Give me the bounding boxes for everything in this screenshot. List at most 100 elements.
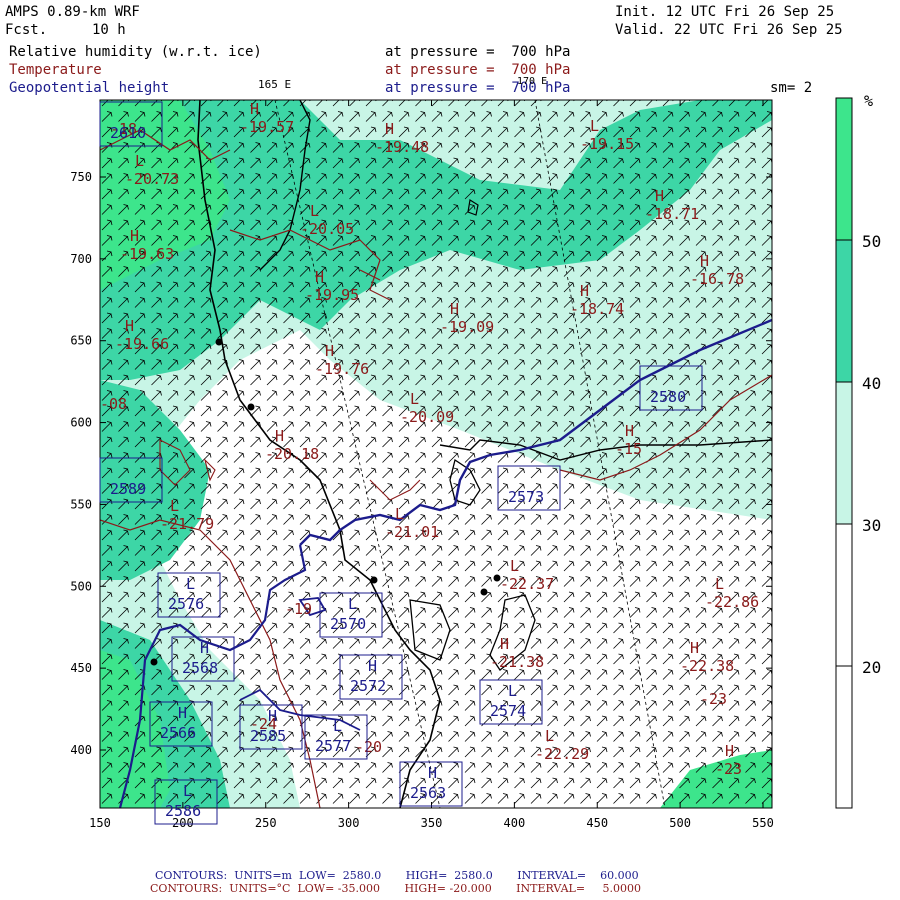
height-extremum-value: 2586 xyxy=(165,802,201,820)
temp-extremum-letter: L xyxy=(410,390,419,408)
temp-extremum-value: -20.18 xyxy=(265,445,319,463)
height-extremum-value: 2570 xyxy=(330,615,366,633)
temp-extremum-value: -19 xyxy=(285,600,312,618)
x-tick-label: 450 xyxy=(586,816,608,830)
x-tick-label: 550 xyxy=(752,816,774,830)
y-tick-label: 750 xyxy=(70,170,92,184)
height-extremum-letter: H xyxy=(368,657,377,675)
colorbar-segment-50plus xyxy=(836,98,852,240)
temp-extremum-letter: H xyxy=(315,268,324,286)
temp-extremum-value: -16.78 xyxy=(690,270,744,288)
temp-extremum-value: -19.57 xyxy=(240,118,294,136)
temp-extremum-letter: L xyxy=(170,497,179,515)
temp-extremum-letter: H xyxy=(625,422,634,440)
height-extremum-value: 2572 xyxy=(350,677,386,695)
y-tick-label: 700 xyxy=(70,252,92,266)
y-tick-label: 650 xyxy=(70,334,92,348)
temp-extremum-letter: H xyxy=(450,300,459,318)
temp-extremum-letter: H xyxy=(385,120,394,138)
temp-extremum-letter: L xyxy=(395,505,404,523)
height-extremum-letter: H xyxy=(200,639,209,657)
height-extremum-letter: L xyxy=(183,782,192,800)
height-extremum-letter: H xyxy=(178,704,187,722)
colorbar-segment-below-20 xyxy=(836,666,852,808)
y-tick-labels: 750 700 650 600 550 500 450 400 xyxy=(70,170,92,757)
colorbar-segment-30-40 xyxy=(836,382,852,524)
station-dot xyxy=(480,588,488,596)
temp-extremum-letter: L xyxy=(590,117,599,135)
temp-extremum-letter: H xyxy=(700,252,709,270)
temp-extremum-value: -19.95 xyxy=(305,286,359,304)
x-tick-label: 250 xyxy=(255,816,277,830)
temp-extremum-letter: L xyxy=(510,557,519,575)
station-dot xyxy=(150,658,158,666)
height-extremum-value: 2580 xyxy=(650,388,686,406)
temp-extremum-value: -19.15 xyxy=(580,135,634,153)
temp-extremum-value: -22.38 xyxy=(680,657,734,675)
temp-extremum-letter: H xyxy=(250,100,259,118)
temp-extremum-value: -08 xyxy=(100,395,127,413)
temp-extremum-value: -20.05 xyxy=(300,220,354,238)
temp-extremum-value: -19.76 xyxy=(315,360,369,378)
temp-extremum-value: -19.66 xyxy=(115,335,169,353)
colorbar-label-30: 30 xyxy=(862,516,881,535)
height-extremum-value: 2568 xyxy=(182,659,218,677)
colorbar: % 50 40 30 20 xyxy=(835,92,881,809)
temp-extremum-value: -20 xyxy=(355,738,382,756)
x-tick-label: 150 xyxy=(89,816,111,830)
temp-extremum-value: -18.71 xyxy=(645,205,699,223)
colorbar-segment-20-30 xyxy=(836,524,852,666)
y-tick-label: 550 xyxy=(70,497,92,511)
x-tick-label: 400 xyxy=(504,816,526,830)
temp-extremum-value: -21.79 xyxy=(160,515,214,533)
colorbar-label-40: 40 xyxy=(862,374,881,393)
colorbar-label-50: 50 xyxy=(862,232,881,251)
temp-extremum-letter: H xyxy=(325,342,334,360)
temp-extremum-letter: H xyxy=(690,639,699,657)
y-tick-label: 500 xyxy=(70,579,92,593)
temp-extremum-letter: H xyxy=(725,742,734,760)
colorbar-segment-40-50 xyxy=(836,240,852,382)
footer-temp-contours: CONTOURS: UNITS=°C LOW= -35.000 HIGH= -2… xyxy=(150,882,642,895)
height-extremum-value: 2577 xyxy=(315,737,351,755)
height-extremum-letter: H xyxy=(268,707,277,725)
height-extremum-letter: L xyxy=(186,575,195,593)
y-tick-label: 600 xyxy=(70,416,92,430)
height-extremum-letter: L xyxy=(348,595,357,613)
temp-extremum-value: -22.86 xyxy=(705,593,759,611)
height-extremum-letter: H xyxy=(428,764,437,782)
temp-extremum-value: -18.74 xyxy=(570,300,624,318)
height-extremum-letter: L xyxy=(333,717,342,735)
temp-extremum-value: -15 xyxy=(615,440,642,458)
y-tick-label: 400 xyxy=(70,743,92,757)
temp-extremum-letter: H xyxy=(655,187,664,205)
temp-extremum-value: -19.09 xyxy=(440,318,494,336)
temp-extremum-letter: L xyxy=(310,202,319,220)
temp-extremum-letter: H xyxy=(580,282,589,300)
temp-extremum-value: -21.01 xyxy=(385,523,439,541)
height-extremum-value: 2574 xyxy=(490,702,526,720)
station-dot xyxy=(215,338,223,346)
temp-extremum-letter: L xyxy=(545,727,554,745)
height-extremum-value: 2566 xyxy=(160,724,196,742)
height-extremum-value: 2576 xyxy=(168,595,204,613)
temp-extremum-value: -20.09 xyxy=(400,408,454,426)
x-tick-label: 300 xyxy=(338,816,360,830)
temp-extremum-value: -22.37 xyxy=(500,575,554,593)
height-extremum-value: 2610 xyxy=(110,124,146,142)
colorbar-unit: % xyxy=(864,92,873,110)
temp-extremum-letter: L xyxy=(135,152,144,170)
height-extremum-value: 2573 xyxy=(508,488,544,506)
map-plot: 150 200 250 300 350 400 450 500 550 750700650600… xyxy=(70,92,881,830)
temp-extremum-letter: H xyxy=(130,227,139,245)
temp-extremum-value: -22.29 xyxy=(535,745,589,763)
temp-extremum-value: -23 xyxy=(700,690,727,708)
station-dot xyxy=(247,403,255,411)
colorbar-label-20: 20 xyxy=(862,658,881,677)
temp-extremum-letter: H xyxy=(500,635,509,653)
height-extremum-value: 2563 xyxy=(410,784,446,802)
height-extremum-value: 2585 xyxy=(250,727,286,745)
footer-height-contours: CONTOURS: UNITS=m LOW= 2580.0 HIGH= 2580… xyxy=(155,869,639,882)
y-tick-label: 450 xyxy=(70,661,92,675)
height-extremum-letter: L xyxy=(508,682,517,700)
